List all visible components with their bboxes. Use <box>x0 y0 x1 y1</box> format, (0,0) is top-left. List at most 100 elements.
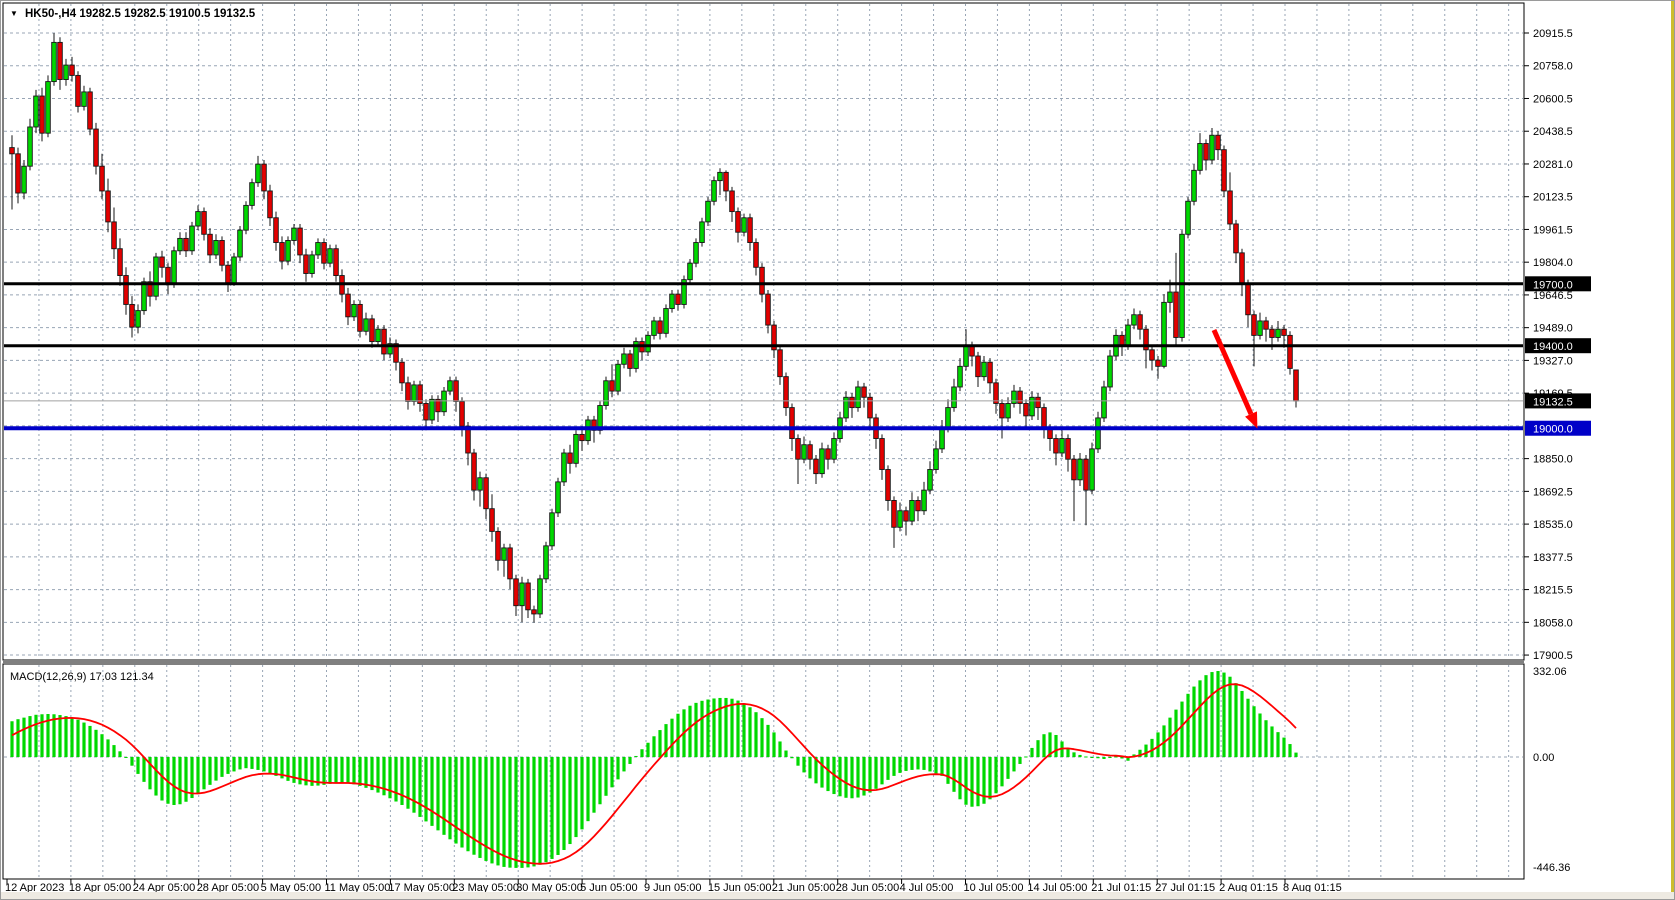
macd-bar <box>1234 683 1237 757</box>
candle <box>1090 449 1095 490</box>
macd-bar <box>82 723 85 757</box>
macd-bar <box>424 757 427 821</box>
macd-bar <box>1000 757 1003 786</box>
macd-bar <box>388 757 391 798</box>
candle <box>1168 292 1173 302</box>
macd-bar <box>1144 745 1147 757</box>
dropdown-icon[interactable]: ▼ <box>10 9 18 18</box>
price-tick-label: 17900.5 <box>1533 650 1573 662</box>
candle <box>424 403 429 420</box>
candle <box>994 383 999 404</box>
candle <box>1084 459 1089 490</box>
candle <box>1150 350 1155 360</box>
candle <box>766 294 771 325</box>
candle <box>604 381 609 406</box>
candle <box>1036 397 1041 407</box>
macd-bar <box>214 757 217 781</box>
candle <box>856 387 861 408</box>
macd-bar <box>568 757 571 844</box>
price-tick-label: 20600.5 <box>1533 93 1573 105</box>
candle <box>520 583 525 606</box>
macd-bar <box>1084 756 1087 757</box>
candle <box>610 381 615 391</box>
price-tick-label: 19327.0 <box>1533 355 1573 367</box>
macd-bar <box>994 757 997 793</box>
candle <box>28 127 33 166</box>
candle <box>310 255 315 274</box>
candle <box>52 42 57 81</box>
candle <box>514 579 519 606</box>
macd-bar <box>1216 671 1219 757</box>
macd-bar <box>1180 702 1183 757</box>
macd-bar <box>232 757 235 771</box>
candle <box>454 381 459 402</box>
candle <box>82 92 87 106</box>
candle <box>40 96 45 133</box>
macd-label: MACD(12,26,9) 17.03 121.34 <box>10 671 154 683</box>
macd-bar <box>598 757 601 804</box>
macd-bar <box>952 757 955 792</box>
candle <box>712 181 717 202</box>
candle <box>250 183 255 206</box>
candle <box>880 439 885 470</box>
macd-tick-label: 332.06 <box>1533 666 1567 678</box>
window-right-edge <box>1671 1 1675 892</box>
candle <box>586 420 591 441</box>
candle <box>130 304 135 327</box>
macd-bar <box>286 757 289 781</box>
candle <box>184 238 189 250</box>
macd-bar <box>796 757 799 766</box>
main-plot-area[interactable] <box>3 3 1524 660</box>
candle <box>16 154 21 193</box>
macd-bar <box>448 757 451 839</box>
candle <box>232 257 237 284</box>
macd-bar <box>208 757 211 785</box>
macd-bar <box>1108 757 1111 758</box>
price-chart[interactable]: 20915.520758.020600.520438.520281.020123… <box>1 1 1675 900</box>
macd-bar <box>892 757 895 776</box>
candle <box>1066 439 1071 460</box>
candle <box>820 449 825 474</box>
price-tick-label: 18377.5 <box>1533 552 1573 564</box>
candle <box>694 243 699 264</box>
candle <box>1252 315 1257 336</box>
candle <box>646 335 651 352</box>
price-tick-label: 18058.0 <box>1533 617 1573 629</box>
candle <box>220 240 225 265</box>
candle <box>1240 253 1245 284</box>
candle <box>364 319 369 331</box>
candle <box>382 329 387 354</box>
candle <box>1246 284 1251 315</box>
macd-bar <box>1078 755 1081 757</box>
candle <box>778 350 783 377</box>
candle <box>412 385 417 402</box>
macd-bar <box>250 757 253 769</box>
macd-bar <box>1072 752 1075 757</box>
macd-bar <box>70 718 73 757</box>
macd-bar <box>1210 672 1213 757</box>
macd-bar <box>454 757 457 844</box>
candle <box>202 212 207 235</box>
candle <box>658 321 663 333</box>
price-axis[interactable]: 20915.520758.020600.520438.520281.020123… <box>1524 28 1573 874</box>
candle <box>1288 335 1293 368</box>
macd-bar <box>220 757 223 777</box>
price-tick-label: 18535.0 <box>1533 519 1573 531</box>
macd-bar <box>58 715 61 757</box>
time-axis[interactable]: 12 Apr 202318 Apr 05:0024 Apr 05:0028 Ap… <box>5 879 1342 894</box>
candle <box>1054 439 1059 453</box>
candle <box>916 500 921 510</box>
candle <box>124 276 129 305</box>
macd-bar <box>394 757 397 802</box>
macd-bar <box>640 749 643 757</box>
macd-bar <box>508 757 511 868</box>
macd-bar <box>130 757 133 766</box>
macd-bar <box>190 757 193 798</box>
candle <box>796 439 801 460</box>
macd-bar <box>928 757 931 771</box>
macd-bar <box>490 757 493 863</box>
candle <box>112 222 117 249</box>
macd-bar <box>154 757 157 796</box>
candle <box>316 243 321 255</box>
candle <box>790 408 795 439</box>
